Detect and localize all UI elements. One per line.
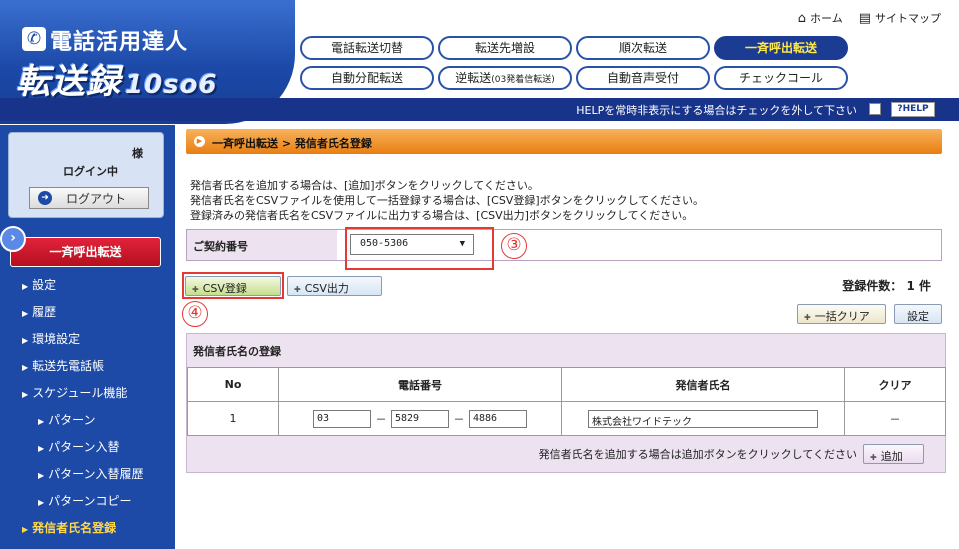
logo-title: 電話活用達人 bbox=[50, 30, 189, 55]
nav-tab-switch[interactable]: 電話転送切替 bbox=[300, 36, 434, 60]
add-hint: 発信者氏名を追加する場合は追加ボタンをクリックしてください bbox=[538, 448, 857, 461]
nav-tab-add-destination[interactable]: 転送先増設 bbox=[438, 36, 572, 60]
dash-separator: － bbox=[453, 412, 465, 426]
sidebar-item-pattern-swap-history[interactable]: ▶ パターン入替履歴 bbox=[38, 465, 144, 482]
clear-cell: － bbox=[844, 401, 946, 436]
home-link[interactable]: ⌂ ホーム bbox=[798, 10, 843, 26]
home-icon: ⌂ bbox=[797, 10, 807, 26]
annotation-number: ③ bbox=[501, 233, 527, 259]
add-row: 発信者氏名を追加する場合は追加ボタンをクリックしてください bbox=[187, 438, 945, 471]
instruction-line: 発信者氏名を追加する場合は、[追加]ボタンをクリックしてください。 bbox=[190, 179, 539, 192]
help-checkbox[interactable] bbox=[869, 103, 881, 115]
highlight-box bbox=[345, 227, 494, 270]
sidebar-item-schedule[interactable]: ▶ スケジュール機能 bbox=[22, 384, 127, 401]
panel-title: 発信者氏名の登録 bbox=[193, 345, 281, 358]
sitemap-link[interactable]: ▤ サイトマップ bbox=[859, 10, 941, 26]
contract-label: ご契約番号 bbox=[187, 230, 337, 260]
current-feature[interactable]: 一斉呼出転送 bbox=[10, 237, 161, 267]
dash-separator: － bbox=[375, 412, 387, 426]
phone-icon: ✆ bbox=[22, 27, 46, 51]
instruction-line: 発信者氏名をCSVファイルを使用して一括登録する場合は、[CSV登録]ボタンをク… bbox=[190, 194, 704, 207]
nav-tab-voice[interactable]: 自動音声受付 bbox=[576, 66, 710, 90]
plus-icon: ✚ bbox=[870, 453, 877, 462]
sidebar-item-settings[interactable]: ▶ 設定 bbox=[22, 276, 56, 293]
nav-tab-check-call[interactable]: チェックコール bbox=[714, 66, 848, 90]
nav-tab-sequential[interactable]: 順次転送 bbox=[576, 36, 710, 60]
plus-icon: ✚ bbox=[804, 313, 811, 322]
annotation-number: ④ bbox=[182, 301, 208, 327]
contract-row: ご契約番号 bbox=[186, 229, 942, 261]
user-box: 様 ログイン中 ➜ ログアウト bbox=[8, 132, 164, 218]
sidebar-item-env[interactable]: ▶ 環境設定 bbox=[22, 330, 80, 347]
help-text: HELPを常時非表示にする場合はチェックを外して下さい bbox=[576, 104, 857, 117]
nav-tab-reverse[interactable]: 逆転送(03発着信転送) bbox=[438, 66, 572, 90]
phone-number-input[interactable]: 4886 bbox=[469, 409, 527, 428]
sidebar-item-pattern-swap[interactable]: ▶ パターン入替 bbox=[38, 438, 120, 455]
breadcrumb-text: 一斉呼出転送 > 発信者氏名登録 bbox=[212, 137, 372, 150]
help-button[interactable]: ?HELP bbox=[891, 102, 935, 117]
help-bar: HELPを常時非表示にする場合はチェックを外して下さい ?HELP bbox=[0, 98, 959, 121]
bulk-clear-button[interactable]: ✚ 一括クリア bbox=[797, 304, 886, 324]
nav-tab-auto-distribute[interactable]: 自動分配転送 bbox=[300, 66, 434, 90]
sidebar-item-history[interactable]: ▶ 履歴 bbox=[22, 303, 56, 320]
sidebar-item-pattern-copy[interactable]: ▶ パターンコピー bbox=[38, 492, 132, 509]
chevron-right-icon: › bbox=[0, 226, 26, 252]
sitemap-icon: ▤ bbox=[858, 10, 871, 26]
phone-area-input[interactable]: 03 bbox=[313, 409, 371, 428]
nav-tab-simultaneous[interactable]: 一斉呼出転送 bbox=[714, 36, 848, 60]
arrow-right-icon: ➜ bbox=[38, 191, 52, 205]
plus-icon: ✚ bbox=[294, 285, 301, 294]
logo-product: 転送録 10so6 bbox=[16, 62, 218, 102]
sidebar-item-phonebook[interactable]: ▶ 転送先電話帳 bbox=[22, 357, 104, 374]
row-number: 1 bbox=[187, 401, 279, 436]
add-button[interactable]: ✚ 追加 bbox=[863, 444, 924, 464]
highlight-box bbox=[182, 272, 284, 299]
logout-button[interactable]: ➜ ログアウト bbox=[29, 187, 149, 209]
column-header: クリア bbox=[844, 367, 946, 402]
csv-export-button[interactable]: ✚ CSV出力 bbox=[287, 276, 382, 296]
caller-name-input[interactable]: 株式会社ワイドテック bbox=[588, 409, 818, 428]
registration-table: No 電話番号 発信者氏名 クリア 1 03 － 5829 － 4886 株式会社ワイド… bbox=[187, 367, 946, 436]
user-honorific: 様 bbox=[132, 147, 143, 160]
table-header-row: No 電話番号 発信者氏名 クリア bbox=[187, 367, 946, 402]
sidebar-item-caller-name[interactable]: ▶ 発信者氏名登録 bbox=[22, 519, 116, 536]
instructions: 発信者氏名を追加する場合は、[追加]ボタンをクリックしてください。 発信者氏名を… bbox=[190, 178, 704, 223]
column-header: 電話番号 bbox=[278, 367, 562, 402]
column-header: No bbox=[187, 367, 279, 402]
instruction-line: 登録済みの発信者氏名をCSVファイルに出力する場合は、[CSV出力]ボタンをクリ… bbox=[190, 209, 694, 222]
sidebar-item-pattern[interactable]: ▶ パターン bbox=[38, 411, 96, 428]
table-row: 1 03 － 5829 － 4886 株式会社ワイドテック － bbox=[187, 401, 946, 436]
phone-exchange-input[interactable]: 5829 bbox=[391, 409, 449, 428]
setting-button[interactable]: 設定 bbox=[894, 304, 942, 324]
bullet-icon: ▶ bbox=[194, 136, 205, 147]
column-header: 発信者氏名 bbox=[561, 367, 845, 402]
breadcrumb: ▶ 一斉呼出転送 > 発信者氏名登録 bbox=[186, 129, 942, 154]
name-cell: 株式会社ワイドテック bbox=[561, 401, 845, 436]
registration-count: 登録件数： 1 件 bbox=[842, 279, 931, 293]
login-status: ログイン中 bbox=[63, 165, 118, 178]
sidebar: 様 ログイン中 ➜ ログアウト 一斉呼出転送 › ▶ 設定 ▶ 履歴 ▶ 環境設定 ▶… bbox=[0, 125, 175, 549]
phone-cell: 03 － 5829 － 4886 bbox=[278, 401, 562, 436]
